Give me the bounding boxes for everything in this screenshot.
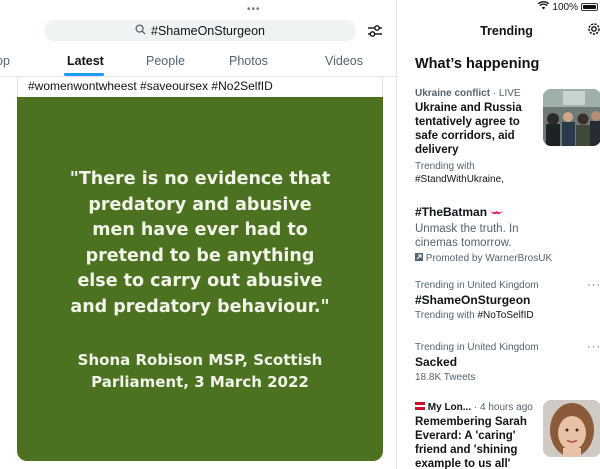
trend-item-ukraine[interactable]: Ukraine conflict · LIVE Ukraine and Russ… [415,88,537,186]
trending-sidebar: Trending What’s happening Ukraine confli… [398,0,600,469]
search-input[interactable]: #ShameOnSturgeon [44,20,356,41]
trend-title: Ukraine and Russia tentatively agree to … [415,102,522,156]
quote-line: and predatory behaviour." [70,296,330,317]
sidebar-header: Trending [480,24,533,38]
tab-top[interactable]: op [0,54,10,68]
trend-meta: Ukraine conflict · LIVE [415,88,521,99]
tab-videos[interactable]: Videos [325,54,363,68]
trend-meta: Trending in United Kingdom [415,280,539,291]
section-title: What’s happening [415,56,540,72]
tab-photos[interactable]: Photos [229,54,268,68]
news-source-icon [415,402,428,413]
trend-description: Unmask the truth. In cinemas tomorrow. [415,223,519,249]
attribution-line: Shona Robison MSP, Scottish [77,351,323,369]
trend-title: Remembering Sarah Everard: A 'caring' fr… [415,416,527,469]
more-options-icon[interactable]: ··· [587,341,600,353]
search-results-panel: #ShameOnSturgeon op Latest People Photos… [0,0,397,469]
search-icon [135,23,146,38]
trend-item-shameonsturgeon[interactable]: Trending in United Kingdom #ShameOnSturg… [415,280,595,322]
promoted-label: Promoted by WarnerBrosUK [415,252,595,265]
quote-line: pretend to be anything [85,245,315,266]
quote-text: "There is no evidence that predatory and… [17,167,383,320]
search-tabs: op Latest People Photos Videos [0,50,397,77]
trend-thumbnail [543,89,600,146]
trend-item-promoted[interactable]: #TheBatman Unmask the truth. In cinemas … [415,205,595,265]
more-options-icon[interactable]: ··· [587,279,600,291]
attribution-line: Parliament, 3 March 2022 [91,373,309,391]
batman-emoji-icon [490,205,504,219]
trend-title: #ShameOnSturgeon [415,293,531,307]
tweet-hashtags[interactable]: #womenwontwheest #saveoursex #No2SelfID [28,79,273,93]
trend-title: #TheBatman [415,205,595,219]
trend-meta: Trending in United Kingdom [415,342,539,353]
quote-line: predatory and abusive [88,194,312,215]
news-meta: My Lon... · 4 hours ago [415,402,540,413]
news-thumbnail [543,400,600,457]
trend-title: Sacked [415,355,458,369]
quote-line: else to carry out abusive [77,271,323,291]
tweet-image[interactable]: "There is no evidence that predatory and… [17,97,383,461]
tweet-count: 18.8K Tweets [415,372,476,383]
tab-latest[interactable]: Latest [67,54,104,68]
quote-line: "There is no evidence that [69,169,331,189]
trend-item-news[interactable]: My Lon... · 4 hours ago Remembering Sara… [415,402,540,469]
tab-people[interactable]: People [146,54,185,68]
search-filter-icon[interactable] [365,21,385,41]
trend-with: Trending with #NoToSelfID [415,310,534,321]
promoted-icon [415,253,426,264]
quote-line: men have ever had to [92,220,308,240]
trend-with: Trending with #StandWithUkraine, [415,161,504,185]
active-tab-indicator [64,73,104,76]
search-query: #ShameOnSturgeon [151,23,265,38]
trend-item-sacked[interactable]: Trending in United Kingdom Sacked 18.8K … [415,342,595,384]
quote-attribution: Shona Robison MSP, Scottish Parliament, … [17,349,383,393]
gear-icon[interactable] [586,21,600,37]
